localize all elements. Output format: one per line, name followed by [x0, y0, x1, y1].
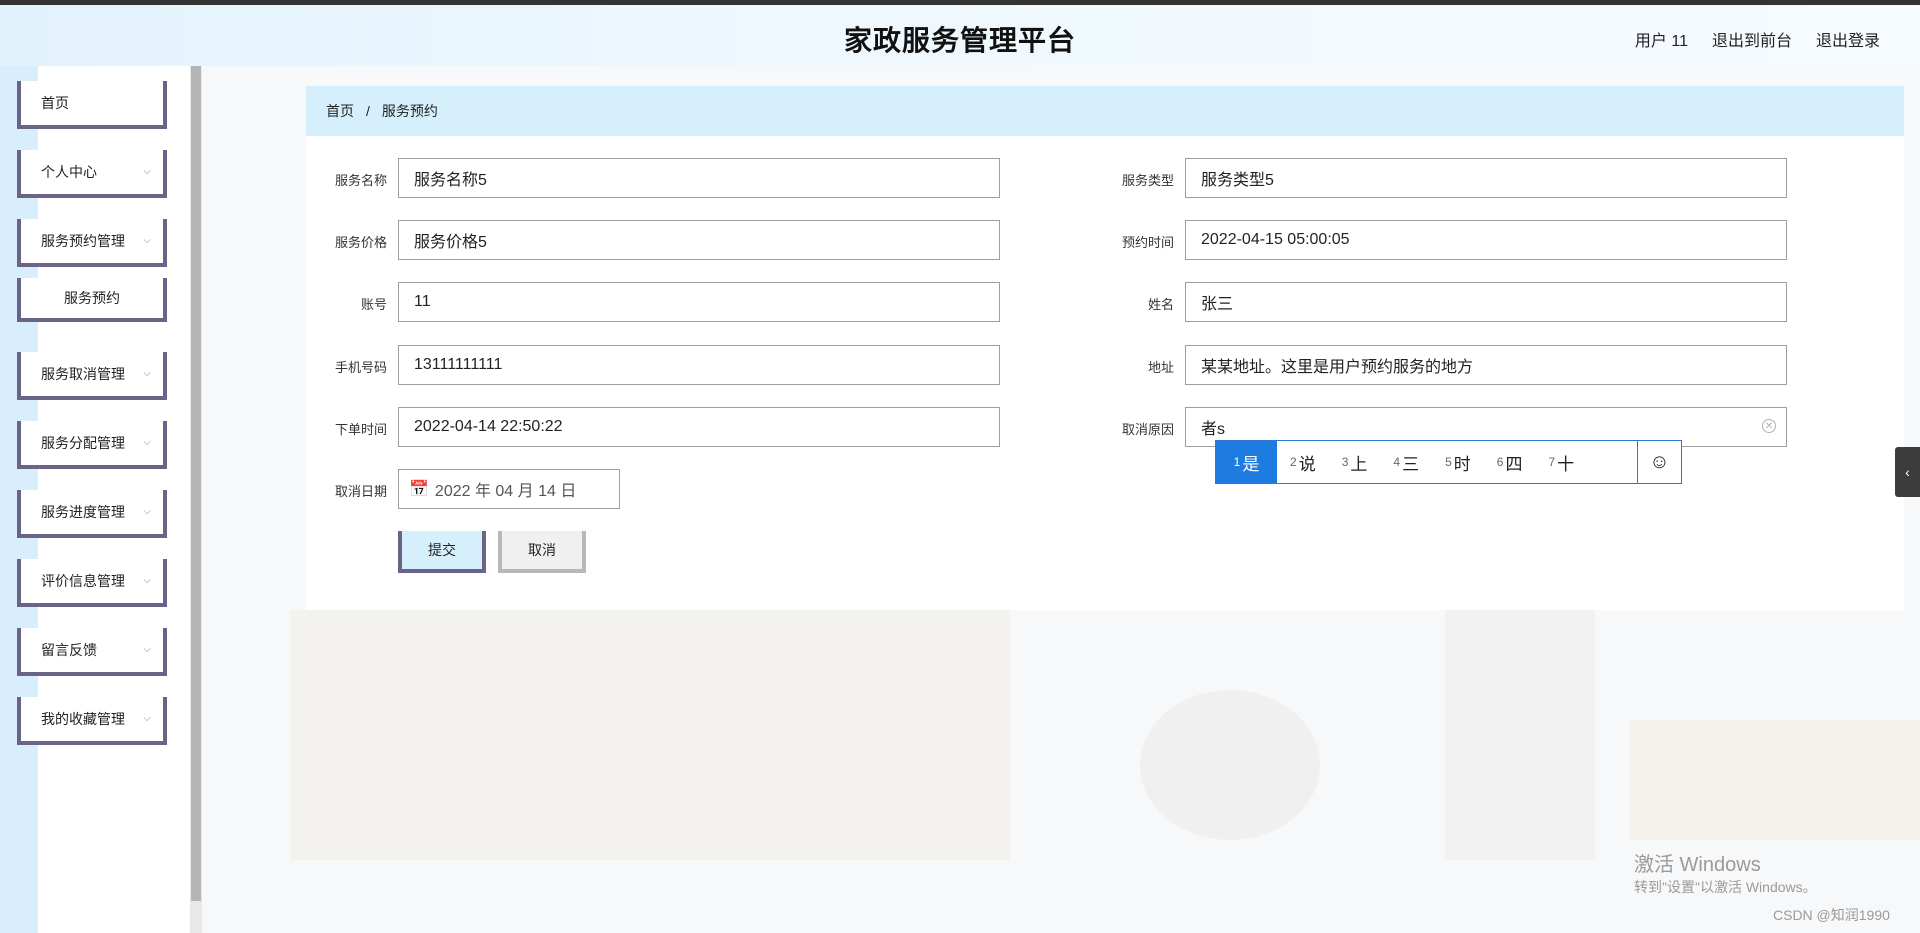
field-label: 取消原因	[1121, 422, 1174, 437]
sidebar-item-label: 服务进度管理	[41, 504, 125, 520]
background-decoration	[1630, 720, 1920, 840]
ime-candidate[interactable]: 6四	[1484, 441, 1536, 483]
breadcrumb-home[interactable]: 首页	[326, 101, 354, 121]
service-name-field[interactable]: 服务名称5	[398, 158, 1000, 198]
emoji-icon[interactable]: ☺	[1637, 441, 1681, 483]
header-links: 用户 11 退出到前台 退出登录	[1635, 27, 1880, 51]
ime-candidate[interactable]: 3上	[1329, 441, 1381, 483]
ime-candidate[interactable]: 7十	[1535, 441, 1587, 483]
background-decoration	[1140, 690, 1320, 840]
chevron-down-icon: ⌵	[143, 437, 151, 448]
field-label: 账号	[360, 297, 387, 312]
sidebar-subitem-appointment[interactable]: 服务预约	[17, 278, 167, 322]
chevron-down-icon: ⌵	[143, 713, 151, 724]
field-label: 手机号码	[334, 360, 387, 375]
sidebar-item-feedback[interactable]: 留言反馈 ⌵	[17, 628, 167, 676]
sidebar-item-favorites-management[interactable]: 我的收藏管理 ⌵	[17, 697, 167, 745]
ime-candidate[interactable]: 1是	[1216, 441, 1277, 483]
windows-activation-watermark: 激活 Windows	[1634, 854, 1761, 876]
sidebar-item-label: 留言反馈	[41, 642, 97, 658]
chevron-down-icon: ⌵	[143, 368, 151, 379]
chevron-left-icon[interactable]: ‹	[1895, 447, 1920, 497]
sidebar-item-label: 服务预约	[64, 290, 120, 306]
header: 家政服务管理平台 用户 11 退出到前台 退出登录	[0, 5, 1920, 66]
service-price-field[interactable]: 服务价格5	[398, 220, 1000, 260]
sidebar-item-cancel-management[interactable]: 服务取消管理 ⌵	[17, 352, 167, 400]
address-field[interactable]: 某某地址。这里是用户预约服务的地方	[1185, 345, 1787, 385]
background-decoration	[290, 610, 1010, 860]
sidebar-item-label: 服务分配管理	[41, 435, 125, 451]
sidebar-item-progress-management[interactable]: 服务进度管理 ⌵	[17, 490, 167, 538]
breadcrumb-separator: /	[366, 103, 370, 119]
sidebar-item-label: 服务取消管理	[41, 366, 125, 382]
field-label: 服务类型	[1121, 173, 1174, 188]
clear-icon[interactable]: ✕	[1762, 419, 1776, 433]
ime-candidate[interactable]: 2说	[1277, 441, 1329, 483]
sidebar-item-label: 个人中心	[41, 164, 97, 180]
chevron-down-icon: ⌵	[143, 644, 151, 655]
sidebar-item-personal-center[interactable]: 个人中心 ⌵	[17, 150, 167, 198]
ime-candidate[interactable]: 5时	[1432, 441, 1484, 483]
service-type-field[interactable]: 服务类型5	[1185, 158, 1787, 198]
chevron-down-icon: ⌵	[143, 235, 151, 246]
user-link[interactable]: 用户 11	[1635, 27, 1688, 51]
account-field[interactable]: 11	[398, 282, 1000, 322]
chevron-down-icon: ⌵	[143, 506, 151, 517]
csdn-watermark: CSDN @知润1990	[1773, 907, 1890, 923]
order-time-field[interactable]: 2022-04-14 22:50:22	[398, 407, 1000, 447]
scrollbar-thumb[interactable]	[191, 66, 201, 901]
sidebar-item-label: 我的收藏管理	[41, 711, 125, 727]
submit-button[interactable]: 提交	[398, 531, 486, 573]
ime-candidate-bar: 1是 2说 3上 4三 5时 6四 7十 ☺	[1215, 440, 1682, 484]
appointment-time-field[interactable]: 2022-04-15 05:00:05	[1185, 220, 1787, 260]
phone-field[interactable]: 13111111111	[398, 345, 1000, 385]
sidebar-item-label: 服务预约管理	[41, 233, 125, 249]
sidebar-item-label: 首页	[41, 95, 69, 111]
cancel-reason-value: 者s	[1201, 421, 1226, 438]
field-label: 地址	[1147, 360, 1174, 375]
sidebar-item-appointment-management[interactable]: 服务预约管理 ⌵	[17, 219, 167, 267]
cancel-date-value: 2022 年 04 月 14 日	[434, 483, 577, 500]
field-label: 下单时间	[334, 422, 387, 437]
breadcrumb: 首页 / 服务预约	[306, 86, 1904, 136]
field-label: 服务价格	[334, 235, 387, 250]
sidebar-scrollbar[interactable]	[190, 66, 202, 933]
windows-activation-hint: 转到"设置"以激活 Windows。	[1634, 879, 1817, 895]
ime-candidate[interactable]: 4三	[1380, 441, 1432, 483]
background-decoration	[1445, 610, 1595, 860]
page-title: 家政服务管理平台	[843, 25, 1076, 56]
field-label: 姓名	[1147, 297, 1174, 312]
sidebar-item-home[interactable]: 首页	[17, 81, 167, 129]
chevron-down-icon: ⌵	[143, 166, 151, 177]
exit-to-frontend-link[interactable]: 退出到前台	[1712, 27, 1792, 51]
sidebar-item-label: 评价信息管理	[41, 573, 125, 589]
cancel-button[interactable]: 取消	[498, 531, 586, 573]
field-label: 取消日期	[334, 484, 387, 499]
sidebar-item-review-management[interactable]: 评价信息管理 ⌵	[17, 559, 167, 607]
name-field[interactable]: 张三	[1185, 282, 1787, 322]
calendar-icon: 📅	[409, 481, 429, 498]
cancel-date-field[interactable]: 📅 2022 年 04 月 14 日	[398, 469, 620, 509]
breadcrumb-current: 服务预约	[381, 103, 438, 119]
sidebar-item-allocation-management[interactable]: 服务分配管理 ⌵	[17, 421, 167, 469]
field-label: 预约时间	[1121, 235, 1174, 250]
logout-link[interactable]: 退出登录	[1816, 27, 1880, 51]
field-label: 服务名称	[334, 173, 387, 188]
chevron-down-icon: ⌵	[143, 575, 151, 586]
